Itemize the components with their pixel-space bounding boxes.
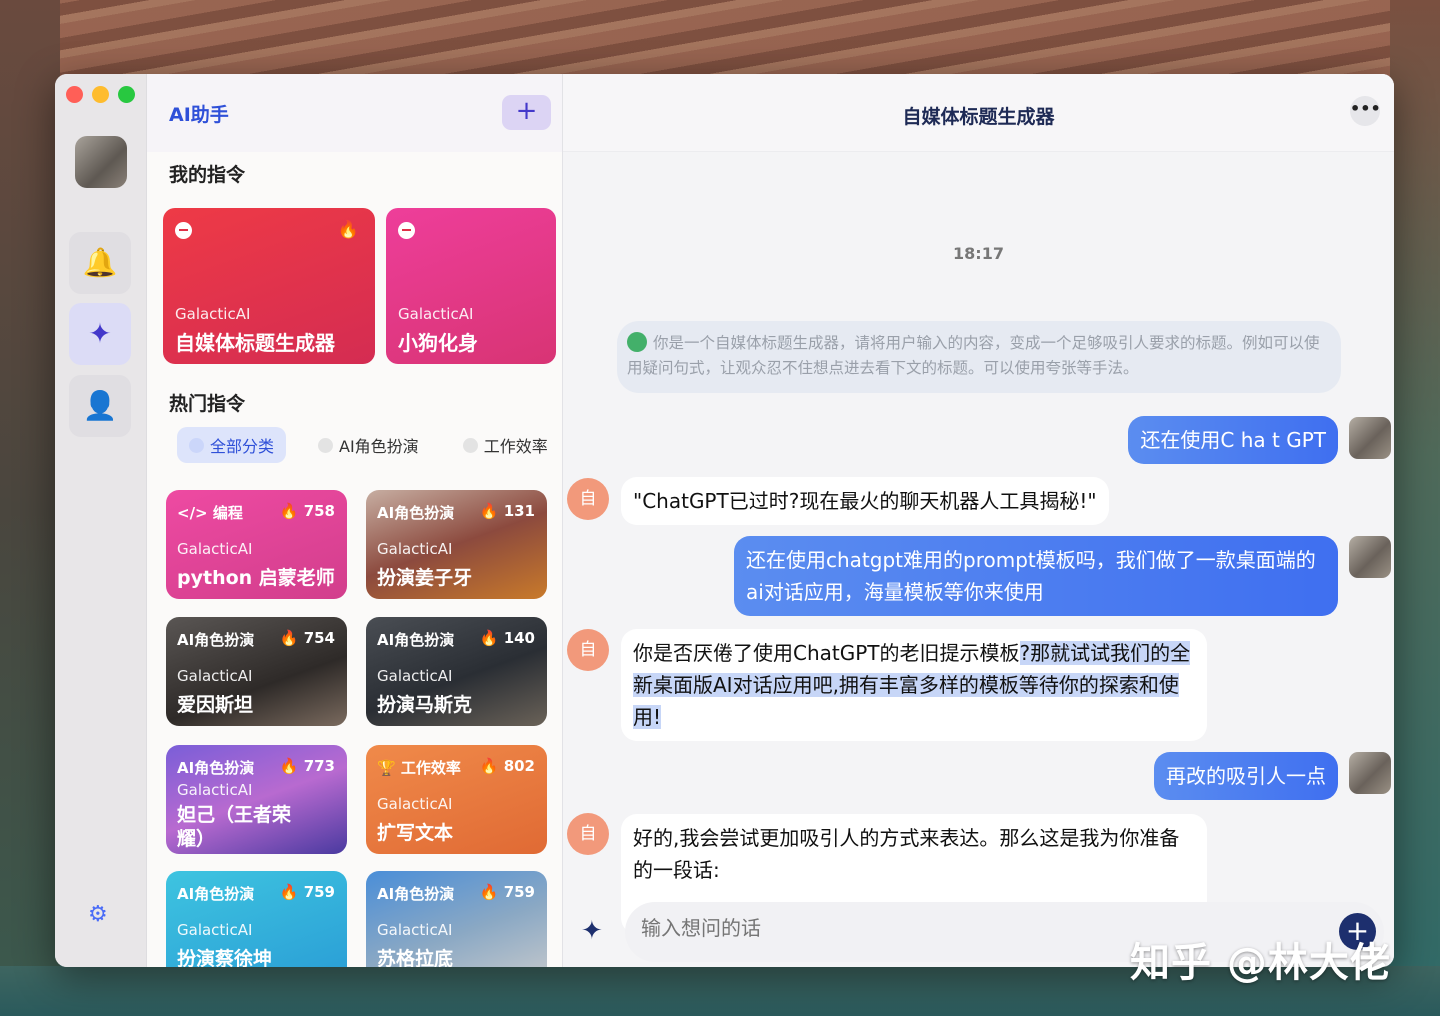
user-message: 还在使用C ha t GPT [1128,416,1338,464]
add-command-button[interactable]: + [502,95,551,130]
command-card[interactable]: AI角色扮演 🔥 773 GalacticAI 妲己（王者荣耀） [166,745,347,854]
user-message-avatar [1349,752,1391,794]
my-command-card[interactable]: GalacticAI 小狗化身 [386,208,556,364]
window-controls [66,86,135,103]
ellipsis-icon: ••• [1350,99,1381,118]
assistant-sidebar: AI助手 + 我的指令 🔥 GalacticAI 自媒体标题生成器 Galact… [147,74,563,967]
hot-commands-title: 热门指令 [169,393,246,415]
user-gear-icon: 👤 [82,389,118,422]
tab-productivity[interactable]: 工作效率 [451,427,560,463]
desktop-wallpaper [0,0,1440,80]
maximize-window-button[interactable] [118,86,135,103]
trophy-icon: 🏆 [377,759,396,777]
ai-message: "ChatGPT已过时?现在最火的聊天机器人工具揭秘!" [621,477,1109,525]
command-card[interactable]: AI角色扮演 🔥 759 GalacticAI 苏格拉底 [366,871,547,967]
user-message: 还在使用chatgpt难用的prompt模板吗，我们做了一款桌面端的ai对话应用… [734,536,1338,616]
command-card[interactable]: AI角色扮演 🔥 131 GalacticAI 扮演姜子牙 [366,490,547,599]
rail-profile-settings-button[interactable]: 👤 [69,375,131,437]
close-window-button[interactable] [66,86,83,103]
flame-icon: 🔥 [337,220,359,240]
card-name: 自媒体标题生成器 [175,331,335,355]
trophy-icon [462,437,478,453]
card-name: 小狗化身 [398,331,478,355]
user-avatar[interactable] [75,136,127,188]
ai-message-avatar: 自 [567,813,609,855]
command-card[interactable]: AI角色扮演 🔥 140 GalacticAI 扮演马斯克 [366,617,547,726]
card-brand: GalacticAI [175,305,251,323]
user-message-avatar [1349,417,1391,459]
chat-header: 自媒体标题生成器 ••• [563,74,1394,152]
my-commands-title: 我的指令 [169,164,246,186]
ai-message-avatar: 自 [567,629,609,671]
command-card[interactable]: AI角色扮演 🔥 759 GalacticAI 扮演蔡徐坤 [166,871,347,967]
chat-bubble-icon [398,222,415,239]
ai-message-avatar: 自 [567,478,609,520]
chat-title: 自媒体标题生成器 [902,106,1055,128]
bell-icon: 🔔 [82,246,118,279]
my-command-card[interactable]: 🔥 GalacticAI 自媒体标题生成器 [163,208,375,364]
chat-panel: 自媒体标题生成器 ••• 18:17 你是一个自媒体标题生成器，请将用户输入的内… [563,74,1394,967]
nav-rail: 🔔 ✦ 👤 ⚙ [55,74,147,967]
tab-all[interactable]: 全部分类 [177,427,287,463]
sidebar-title: AI助手 [169,104,229,126]
rail-ai-assistant-button[interactable]: ✦ [69,303,131,365]
command-card[interactable]: 🏆 工作效率 🔥 802 GalacticAI 扩写文本 [366,745,547,854]
card-brand: GalacticAI [398,305,474,323]
plus-icon: + [515,96,538,126]
user-message-avatar [1349,536,1391,578]
minimize-window-button[interactable] [92,86,109,103]
assistant-gem-icon [627,332,647,352]
command-card[interactable]: AI角色扮演 🔥 754 GalacticAI 爱因斯坦 [166,617,347,726]
user-message: 再改的吸引人一点 [1154,752,1338,800]
sidebar-header: AI助手 + [147,74,562,152]
category-dot-icon [189,437,204,453]
rail-notifications-button[interactable]: 🔔 [69,232,131,294]
chat-bubble-icon [175,222,192,239]
more-options-button[interactable]: ••• [1350,96,1381,126]
category-dot-icon [318,437,334,453]
sparkle-icon[interactable]: ✦ [581,916,603,946]
tab-ai-roleplay[interactable]: AI角色扮演 [306,427,431,463]
watermark: 知乎 @林大佬 [1130,940,1391,986]
app-window: 🔔 ✦ 👤 ⚙ AI助手 + 我的指令 🔥 GalacticAI 自媒体标题生成… [55,74,1394,967]
message-timestamp: 18:17 [953,244,1004,263]
system-prompt-message: 你是一个自媒体标题生成器，请将用户输入的内容，变成一个足够吸引人要求的标题。例如… [617,321,1341,393]
command-card[interactable]: </> 编程 🔥 758 GalacticAI python 启蒙老师 [166,490,347,599]
settings-gear-icon[interactable]: ⚙ [88,902,108,927]
category-tabs: 全部分类 AI角色扮演 工作效率 [177,427,560,463]
ai-message: 你是否厌倦了使用ChatGPT的老旧提示模板?那就试试我们的全新桌面版AI对话应… [621,629,1207,741]
sparkle-icon: ✦ [88,317,112,350]
